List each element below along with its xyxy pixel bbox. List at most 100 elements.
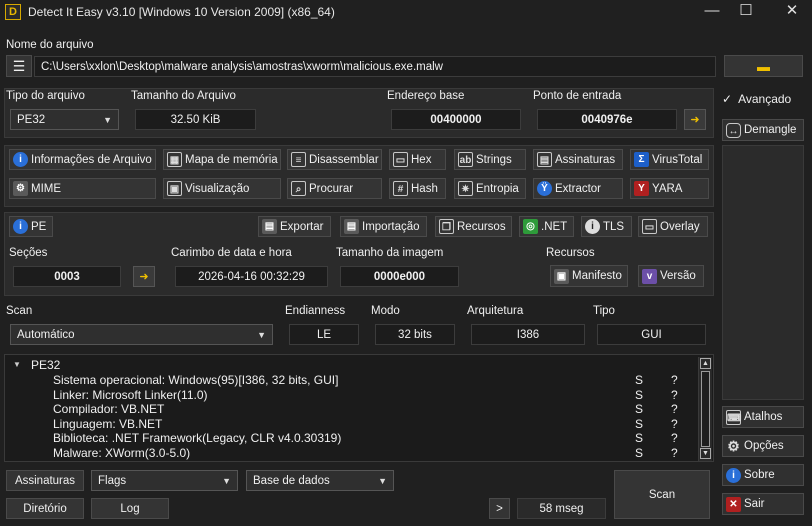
scroll-down-icon[interactable]: ▼ xyxy=(700,448,711,459)
hash-button[interactable]: # Hash xyxy=(389,178,446,199)
export-button[interactable]: ▤ Exportar xyxy=(258,216,331,237)
search-button[interactable]: ⌕ Procurar xyxy=(287,178,382,199)
sidebar-empty-area xyxy=(722,145,804,400)
export-label: Exportar xyxy=(280,220,324,233)
tls-button[interactable]: i TLS xyxy=(581,216,632,237)
demangle-button[interactable]: ↔ Demangle xyxy=(722,119,804,141)
scan-mode-select[interactable]: Automático ▼ xyxy=(10,324,273,345)
result-info-flag[interactable]: ? xyxy=(671,446,678,460)
result-signature-flag[interactable]: S xyxy=(635,373,643,387)
overlay-button[interactable]: ▭ Overlay xyxy=(638,216,708,237)
import-button[interactable]: ▤ Importação xyxy=(340,216,427,237)
entry-point-go-button[interactable]: ➜ xyxy=(684,109,706,130)
sections-label: Seções xyxy=(9,247,48,259)
result-info-flag[interactable]: ? xyxy=(671,417,678,431)
result-signature-flag[interactable]: S xyxy=(635,446,643,460)
directory-button[interactable]: Diretório xyxy=(6,498,84,519)
maximize-button[interactable]: ☐ xyxy=(726,0,766,24)
file-path-field[interactable]: C:\Users\xxlon\Desktop\malware analysis\… xyxy=(34,56,716,77)
shortcuts-button[interactable]: ⌨ Atalhos xyxy=(722,406,804,428)
result-row[interactable]: Compilador: VB.NET xyxy=(53,402,164,416)
sections-go-button[interactable]: ➜ xyxy=(133,266,155,287)
result-info-flag[interactable]: ? xyxy=(671,373,678,387)
results-scrollbar[interactable]: ▲ ▼ xyxy=(698,357,712,461)
resources-icon: ❐ xyxy=(439,219,454,234)
log-button[interactable]: Log xyxy=(91,498,169,519)
expand-arrow-icon[interactable]: ▼ xyxy=(13,360,21,369)
results-tree[interactable]: ▼ PE32 Sistema operacional: Windows(95)[… xyxy=(4,354,714,462)
version-icon: v xyxy=(642,268,657,284)
scroll-up-icon[interactable]: ▲ xyxy=(700,358,711,369)
flags-select[interactable]: Flags ▼ xyxy=(91,470,238,491)
entropy-button[interactable]: ✷ Entropia xyxy=(454,178,526,199)
signatures-tool-button[interactable]: ▤ Assinaturas xyxy=(533,149,623,170)
result-info-flag[interactable]: ? xyxy=(671,402,678,416)
results-root: PE32 xyxy=(31,358,61,372)
manifest-button[interactable]: ▣ Manifesto xyxy=(550,265,628,287)
signatures-button[interactable]: Assinaturas xyxy=(6,470,84,491)
net-icon: ◎ xyxy=(523,219,538,234)
virustotal-button-label: VirusTotal xyxy=(652,153,703,166)
base-address-value: 00400000 xyxy=(391,109,521,130)
scroll-thumb[interactable] xyxy=(701,371,710,447)
file-name-label: Nome do arquivo xyxy=(6,39,94,51)
exit-icon: ✕ xyxy=(726,496,741,512)
shortcuts-label: Atalhos xyxy=(744,411,783,423)
disassemble-button[interactable]: ≡ Disassemblar xyxy=(287,149,382,170)
scan-button[interactable]: Scan xyxy=(614,470,710,519)
pe-button[interactable]: i PE xyxy=(9,216,53,237)
hamburger-icon: ☰ xyxy=(12,57,26,74)
result-signature-flag[interactable]: S xyxy=(635,388,643,402)
hex-button-label: Hex xyxy=(411,153,432,166)
result-row[interactable]: Linker: Microsoft Linker(11.0) xyxy=(53,388,208,402)
yara-icon: Y xyxy=(634,181,649,196)
import-icon: ▤ xyxy=(344,219,359,234)
yara-button[interactable]: Y YARA xyxy=(630,178,709,199)
result-row[interactable]: Biblioteca: .NET Framework(Legacy, CLR v… xyxy=(53,431,341,445)
result-signature-flag[interactable]: S xyxy=(635,402,643,416)
about-label: Sobre xyxy=(744,469,775,481)
mime-button[interactable]: ⚙ MIME xyxy=(9,178,156,199)
result-row[interactable]: Linguagem: VB.NET xyxy=(53,417,162,431)
virustotal-button[interactable]: Σ VirusTotal xyxy=(630,149,709,170)
file-info-button[interactable]: i Informações de Arquivo xyxy=(9,149,156,170)
file-size-label: Tamanho do Arquivo xyxy=(131,90,236,102)
scan-mode-value: Automático xyxy=(17,329,75,341)
menu-button[interactable]: ☰ xyxy=(6,55,32,77)
advanced-checkbox[interactable]: ✓ Avançado xyxy=(722,92,791,106)
open-file-button[interactable]: ▬ xyxy=(724,55,803,77)
chevron-down-icon: ▼ xyxy=(103,115,112,125)
file-type-select[interactable]: PE32 ▼ xyxy=(10,109,119,130)
timestamp-value: 2026-04-16 00:32:29 xyxy=(175,266,328,287)
strings-button[interactable]: ab Strings xyxy=(454,149,526,170)
scan-label: Scan xyxy=(6,305,33,317)
options-button[interactable]: ⚙ Opções xyxy=(722,435,804,457)
memory-map-button[interactable]: ▦ Mapa de memória xyxy=(163,149,281,170)
result-row[interactable]: Malware: XWorm(3.0-5.0) xyxy=(53,446,190,460)
info-icon: i xyxy=(13,152,28,167)
database-select[interactable]: Base de dados ▼ xyxy=(246,470,394,491)
file-info-button-label: Informações de Arquivo xyxy=(31,153,152,166)
result-row[interactable]: Sistema operacional: Windows(95)[I386, 3… xyxy=(53,373,338,387)
result-signature-flag[interactable]: S xyxy=(635,417,643,431)
mime-button-label: MIME xyxy=(31,182,62,195)
version-button[interactable]: v Versão xyxy=(638,265,704,287)
file-type-label: Tipo do arquivo xyxy=(6,90,85,102)
about-button[interactable]: i Sobre xyxy=(722,464,804,486)
resources-button[interactable]: ❐ Recursos xyxy=(435,216,512,237)
exit-button[interactable]: ✕ Sair xyxy=(722,493,804,515)
close-button[interactable]: ✕ xyxy=(772,0,812,24)
extractor-button[interactable]: Ÿ Extractor xyxy=(533,178,623,199)
result-info-flag[interactable]: ? xyxy=(671,388,678,402)
visualization-button[interactable]: ▣ Visualização xyxy=(163,178,281,199)
mime-icon: ⚙ xyxy=(13,181,28,196)
result-info-flag[interactable]: ? xyxy=(671,431,678,445)
net-button[interactable]: ◎ .NET xyxy=(519,216,574,237)
next-button[interactable]: > xyxy=(489,498,510,519)
check-icon: ✓ xyxy=(722,92,733,106)
demangle-icon: ↔ xyxy=(726,122,741,138)
chevron-down-icon: ▼ xyxy=(378,476,387,486)
extractor-icon: Ÿ xyxy=(537,181,552,196)
hex-button[interactable]: ▭ Hex xyxy=(389,149,446,170)
result-signature-flag[interactable]: S xyxy=(635,431,643,445)
